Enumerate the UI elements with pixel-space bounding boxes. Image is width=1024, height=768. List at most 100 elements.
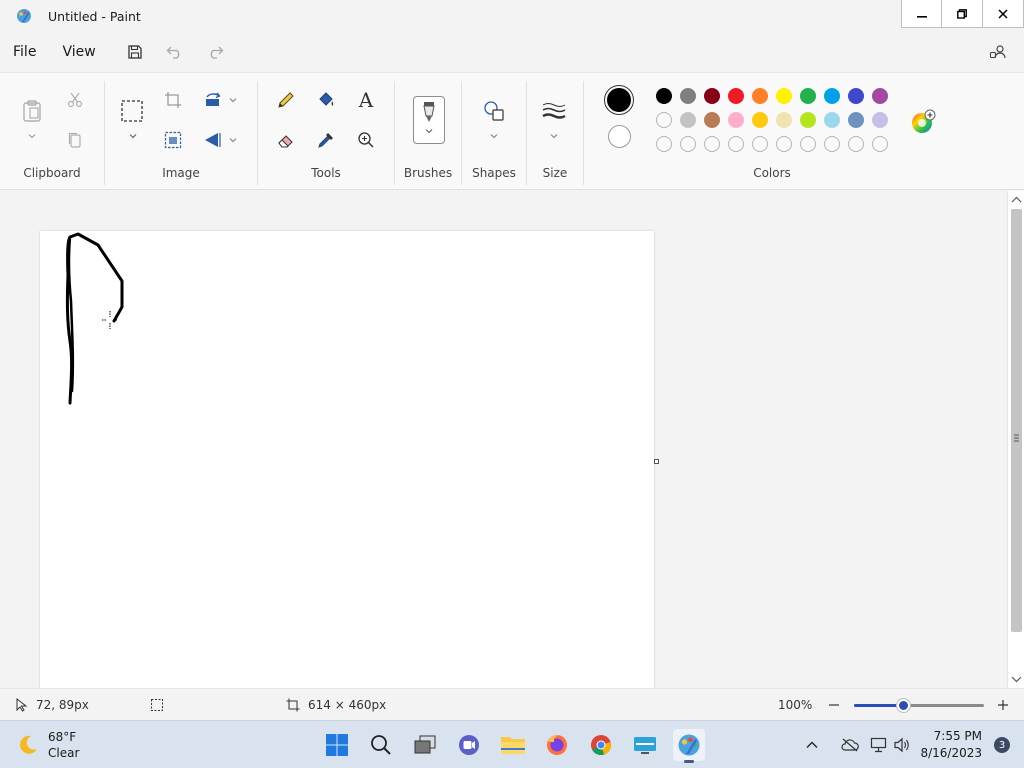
- palette-swatch[interactable]: [680, 88, 696, 104]
- teams-chat-button[interactable]: [453, 729, 485, 761]
- paste-button[interactable]: [20, 99, 44, 123]
- custom-color-slot[interactable]: [872, 136, 888, 152]
- custom-color-slot[interactable]: [704, 136, 720, 152]
- magnifier-tool[interactable]: [354, 128, 378, 152]
- palette-swatch[interactable]: [872, 112, 888, 128]
- zoom-slider[interactable]: [854, 699, 984, 712]
- paint-taskbar-button[interactable]: [673, 729, 705, 763]
- edit-colors-button[interactable]: [910, 109, 936, 135]
- clock[interactable]: 7:55 PM 8/16/2023: [920, 728, 982, 762]
- crop-icon: [165, 92, 181, 108]
- zoom-in-button[interactable]: [995, 689, 1011, 721]
- close-button[interactable]: [983, 0, 1024, 28]
- remote-desktop-button[interactable]: [629, 729, 661, 761]
- canvas-resize-handle-right[interactable]: [654, 459, 659, 464]
- palette-swatch[interactable]: [656, 88, 672, 104]
- redo-button[interactable]: [195, 32, 235, 72]
- palette-swatch[interactable]: [752, 112, 768, 128]
- shapes-icon: [484, 101, 504, 121]
- undo-button[interactable]: [155, 32, 195, 72]
- start-button[interactable]: [321, 729, 353, 761]
- task-view-button[interactable]: [409, 729, 441, 761]
- network-button[interactable]: [868, 737, 890, 753]
- menu-view[interactable]: View: [49, 32, 108, 72]
- cut-icon: [67, 92, 83, 108]
- vertical-scrollbar[interactable]: [1007, 191, 1024, 688]
- custom-color-slot[interactable]: [680, 136, 696, 152]
- palette-swatch[interactable]: [800, 88, 816, 104]
- size-button[interactable]: [542, 99, 566, 123]
- title-bar: Untitled - Paint: [0, 0, 1024, 32]
- palette-swatch[interactable]: [800, 112, 816, 128]
- onedrive-button[interactable]: [832, 738, 868, 752]
- custom-color-slot[interactable]: [800, 136, 816, 152]
- secondary-color[interactable]: [608, 125, 631, 148]
- paint-app-icon: [17, 9, 31, 23]
- save-button[interactable]: [115, 32, 155, 72]
- fill-tool[interactable]: [314, 88, 338, 112]
- palette-swatch[interactable]: [824, 88, 840, 104]
- firefox-button[interactable]: [541, 729, 573, 761]
- custom-color-slot[interactable]: [752, 136, 768, 152]
- taskbar: 68°F Clear 7:55 PM 8/16/2023 3: [0, 720, 1024, 768]
- select-chevron-icon[interactable]: [128, 131, 138, 141]
- chrome-button[interactable]: [585, 729, 617, 761]
- restore-button[interactable]: [942, 0, 983, 28]
- palette-swatch[interactable]: [776, 88, 792, 104]
- minimize-button[interactable]: [901, 0, 942, 28]
- search-button[interactable]: [365, 729, 397, 761]
- brushes-button[interactable]: [413, 96, 445, 144]
- search-icon: [371, 735, 391, 755]
- drawing-canvas[interactable]: [40, 231, 654, 688]
- paste-chevron-icon[interactable]: [27, 131, 37, 141]
- copy-icon: [68, 132, 81, 148]
- custom-color-slot[interactable]: [848, 136, 864, 152]
- color-picker-tool[interactable]: [314, 128, 338, 152]
- copy-button[interactable]: [63, 128, 87, 152]
- notification-badge[interactable]: 3: [994, 737, 1010, 753]
- shapes-chevron-icon[interactable]: [489, 131, 499, 141]
- account-button[interactable]: [980, 32, 1016, 72]
- custom-color-slot[interactable]: [776, 136, 792, 152]
- palette-swatch[interactable]: [728, 88, 744, 104]
- pencil-tool[interactable]: [274, 88, 298, 112]
- text-tool[interactable]: A: [354, 88, 378, 112]
- flip-chevron-icon[interactable]: [228, 135, 238, 145]
- palette-swatch[interactable]: [680, 112, 696, 128]
- menu-file[interactable]: File: [0, 32, 49, 72]
- palette-swatch[interactable]: [872, 88, 888, 104]
- palette-swatch[interactable]: [848, 88, 864, 104]
- palette-swatch[interactable]: [848, 112, 864, 128]
- shapes-button[interactable]: [482, 99, 506, 123]
- custom-color-slot[interactable]: [824, 136, 840, 152]
- volume-button[interactable]: [890, 737, 914, 753]
- custom-color-slot[interactable]: [728, 136, 744, 152]
- rotate-button[interactable]: [201, 88, 225, 112]
- custom-color-slot[interactable]: [656, 136, 672, 152]
- file-explorer-button[interactable]: [497, 729, 529, 761]
- resize-button[interactable]: [161, 128, 185, 152]
- scroll-down-icon[interactable]: [1008, 672, 1024, 686]
- weather-widget[interactable]: 68°F Clear: [16, 721, 79, 768]
- scroll-up-icon[interactable]: [1008, 193, 1024, 207]
- eraser-tool[interactable]: [274, 128, 298, 152]
- selection-size: [150, 689, 164, 721]
- primary-color[interactable]: [604, 85, 634, 115]
- flip-button[interactable]: [201, 128, 225, 152]
- palette-swatch[interactable]: [752, 88, 768, 104]
- rotate-chevron-icon[interactable]: [228, 95, 238, 105]
- cut-button[interactable]: [63, 88, 87, 112]
- size-chevron-icon[interactable]: [549, 131, 559, 141]
- crop-button[interactable]: [161, 88, 185, 112]
- scrollbar-thumb[interactable]: [1011, 209, 1022, 632]
- palette-swatch[interactable]: [656, 112, 672, 128]
- palette-swatch[interactable]: [824, 112, 840, 128]
- zoom-out-button[interactable]: [826, 689, 842, 721]
- zoom-slider-thumb[interactable]: [897, 699, 911, 712]
- palette-swatch[interactable]: [704, 88, 720, 104]
- show-hidden-icons-button[interactable]: [800, 740, 824, 750]
- palette-swatch[interactable]: [728, 112, 744, 128]
- select-button[interactable]: [120, 99, 144, 123]
- palette-swatch[interactable]: [776, 112, 792, 128]
- palette-swatch[interactable]: [704, 112, 720, 128]
